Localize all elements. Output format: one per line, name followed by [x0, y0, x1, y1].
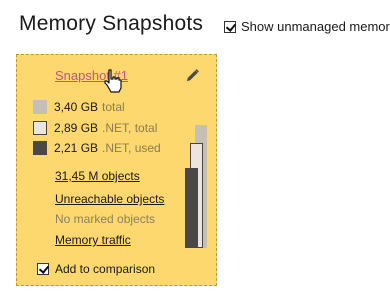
legend-net-used: 2,21 GB .NET, used	[33, 141, 161, 155]
swatch-net-total	[33, 121, 47, 135]
show-unmanaged-label: Show unmanaged memory	[241, 19, 390, 34]
pencil-icon[interactable]	[185, 68, 200, 83]
legend-total-label: total	[102, 100, 125, 114]
memory-traffic-link[interactable]: Memory traffic	[55, 233, 131, 247]
hand-cursor-icon	[104, 69, 122, 93]
page-title: Memory Snapshots	[19, 12, 204, 35]
legend-net-total-value: 2,89 GB	[54, 121, 99, 135]
memory-bar-chart	[181, 125, 209, 248]
add-to-comparison-toggle[interactable]: Add to comparison	[37, 262, 155, 276]
bar-net-used	[185, 168, 198, 248]
add-to-comparison-checkbox[interactable]	[37, 263, 49, 275]
add-to-comparison-label: Add to comparison	[55, 262, 156, 276]
swatch-net-used	[33, 141, 47, 155]
snapshot-card[interactable]: Snapshot #1 3,40 GB total 2,89 GB .NET, …	[16, 54, 217, 286]
legend-net-used-label: .NET, used	[102, 141, 161, 155]
show-unmanaged-checkbox[interactable]	[224, 20, 236, 33]
legend-net-used-value: 2,21 GB	[54, 141, 99, 155]
legend-net-total: 2,89 GB .NET, total	[33, 121, 157, 135]
legend-total: 3,40 GB total	[33, 100, 125, 114]
no-marked-objects: No marked objects	[55, 212, 156, 226]
unreachable-objects-link[interactable]: Unreachable objects	[55, 192, 164, 206]
objects-link[interactable]: 31,45 M objects	[55, 169, 140, 183]
show-unmanaged-toggle[interactable]: Show unmanaged memory	[224, 19, 390, 34]
legend-net-total-label: .NET, total	[102, 121, 158, 135]
swatch-total	[33, 100, 47, 114]
legend-total-value: 3,40 GB	[54, 100, 99, 114]
